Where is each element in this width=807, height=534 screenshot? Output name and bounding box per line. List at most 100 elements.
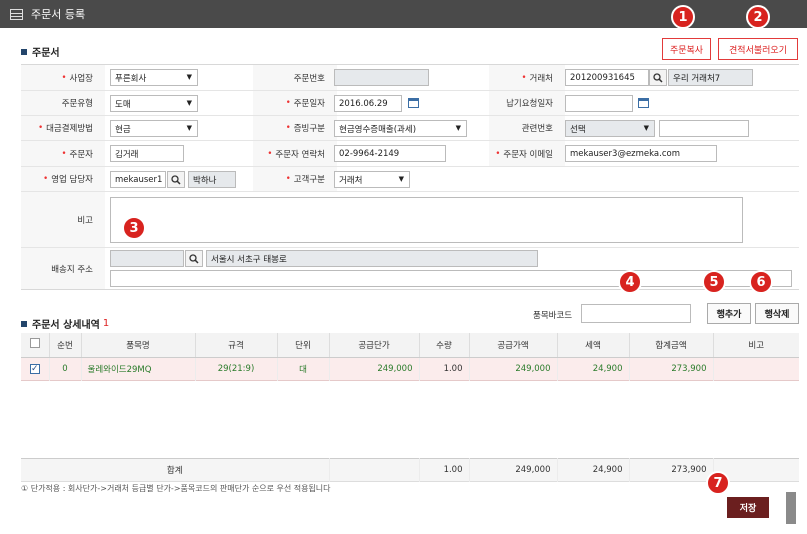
total-cell: 273,900 <box>628 357 713 380</box>
save-button[interactable]: 저장 <box>727 497 769 518</box>
orderer-field[interactable]: 김거래 <box>110 145 184 162</box>
orderer-email-field[interactable]: mekauser3@ezmeka.com <box>565 145 717 162</box>
form-row: • 영업 담당자 mekauser1 박하나 • 고객구분 거래처 ▼ <box>21 167 799 192</box>
form-row: • 주문자 김거래 • 주문자 연락처 02-9964-2149 • 주문자 이메일 … <box>21 141 799 167</box>
order-date-field[interactable]: 2016.06.29 <box>334 95 402 112</box>
callout-badge: 4 <box>618 270 642 294</box>
column-header: 공급가액 <box>468 333 557 358</box>
business-label: • 사업장 <box>21 65 105 90</box>
sum-label: 합계 <box>166 465 183 476</box>
column-header: 품목명 <box>80 333 195 358</box>
supply-cell: 249,000 <box>468 357 557 380</box>
evidence-select[interactable]: 현금영수증매출(과세) ▼ <box>334 120 467 137</box>
callout-badge: 5 <box>702 270 726 294</box>
price-cell[interactable]: 249,000 <box>328 357 419 380</box>
header-checkbox-cell <box>21 333 49 358</box>
customer-type-select[interactable]: 거래처 ▼ <box>334 171 410 188</box>
checkbox-checked-icon[interactable]: ✓ <box>29 363 40 374</box>
table-row[interactable]: ✓ 0 울레와이드29MQ 29(21:9) 대 249,000 1.00 24… <box>21 357 799 380</box>
dropdown-arrow-icon: ▼ <box>643 124 649 132</box>
form-row: 배송지 주소 서울시 서초구 태봉로 <box>21 248 799 290</box>
order-section-title: 주문서 <box>21 44 60 59</box>
orderer-phone-field[interactable]: 02-9964-2149 <box>334 145 446 162</box>
section-bullet-icon <box>21 48 27 55</box>
barcode-input[interactable] <box>581 304 691 323</box>
address2-field[interactable] <box>110 270 792 287</box>
address-label: 배송지 주소 <box>21 248 105 289</box>
load-quote-button[interactable]: 견적서불러오기 <box>718 38 798 60</box>
detail-section-title: 주문서 상세내역 1 <box>21 316 109 331</box>
dropdown-arrow-icon: ▼ <box>398 175 404 183</box>
orderer-email-label: • 주문자 이메일 <box>489 141 565 166</box>
column-header: 수량 <box>418 333 469 358</box>
memo-textarea[interactable] <box>110 197 743 243</box>
customer-code-field[interactable]: 201200931645 <box>565 69 649 86</box>
barcode-label: 품목바코드 <box>533 311 573 321</box>
section-bullet-icon <box>21 320 27 327</box>
delete-row-button[interactable]: 행삭제 <box>755 303 799 324</box>
customer-label: • 거래처 <box>489 65 565 90</box>
empty-area <box>21 380 799 458</box>
delivery-date-field[interactable] <box>565 95 633 112</box>
checkbox[interactable] <box>29 338 40 349</box>
dropdown-arrow-icon: ▼ <box>455 124 461 132</box>
order-type-label: 주문유형 <box>21 91 105 115</box>
customer-name-field: 우리 거래처7 <box>668 69 753 86</box>
order-type-select[interactable]: 도매 ▼ <box>110 95 198 112</box>
search-icon-button[interactable] <box>167 171 185 188</box>
memo-cell[interactable] <box>712 357 799 380</box>
column-header: 비고 <box>712 333 799 358</box>
seq-cell: 0 <box>48 357 81 380</box>
item-cell[interactable]: 울레와이드29MQ <box>80 357 195 380</box>
column-header: 세액 <box>556 333 629 358</box>
sales-rep-id-field[interactable]: mekauser1 <box>110 171 166 188</box>
evidence-label: • 증빙구분 <box>253 116 337 140</box>
order-form: • 사업장 푸른회사 ▼ 주문번호 • 거래처 201200931645 우리 거래처… <box>21 64 799 290</box>
sum-row: 합계 1.00 249,000 24,900 273,900 <box>21 458 799 481</box>
search-icon <box>189 253 199 264</box>
sum-tax: 24,900 <box>556 458 629 481</box>
row-checkbox-cell: ✓ <box>21 357 49 380</box>
related-no-select[interactable]: 선택 ▼ <box>565 120 655 137</box>
search-icon <box>653 72 663 83</box>
search-icon-button[interactable] <box>649 69 667 86</box>
orderer-phone-label: • 주문자 연락처 <box>253 141 337 166</box>
order-no-field[interactable] <box>334 69 429 86</box>
callout-badge: 6 <box>749 270 773 294</box>
memo-label: 비고 <box>21 192 105 247</box>
detail-table: 순번 품목명 규격 단위 공급단가 수량 공급가액 세액 합계금액 비고 ✓ 0… <box>21 333 799 482</box>
sales-rep-label: • 영업 담당자 <box>21 167 105 191</box>
dropdown-arrow-icon: ▼ <box>186 124 192 132</box>
form-row: • 대금결제방법 현금 ▼ • 증빙구분 현금영수증매출(과세) ▼ 관련번호 선택 ▼ <box>21 116 799 141</box>
column-header: 순번 <box>48 333 81 358</box>
sum-total: 273,900 <box>628 458 713 481</box>
address1-field: 서울시 서초구 태봉로 <box>206 250 538 267</box>
sum-supply: 249,000 <box>468 458 557 481</box>
qty-cell[interactable]: 1.00 <box>418 357 469 380</box>
table-header-row: 순번 품목명 규격 단위 공급단가 수량 공급가액 세액 합계금액 비고 <box>21 333 799 358</box>
business-select[interactable]: 푸른회사 ▼ <box>110 69 198 86</box>
column-header: 규격 <box>194 333 277 358</box>
price-rule-note: ① 단가적용 : 회사단가->거래처 등급별 단가->품목코드의 판매단가 순으… <box>21 484 331 492</box>
window-title: 주문서 등록 <box>31 8 86 21</box>
search-icon-button[interactable] <box>185 250 203 267</box>
column-header: 합계금액 <box>628 333 713 358</box>
spec-cell: 29(21:9) <box>194 357 277 380</box>
related-no-label: 관련번호 <box>489 116 565 140</box>
order-no-label: 주문번호 <box>253 65 337 90</box>
payment-select[interactable]: 현금 ▼ <box>110 120 198 137</box>
detail-count: 1 <box>102 318 110 329</box>
scrollbar-thumb[interactable] <box>786 492 796 524</box>
calendar-icon[interactable] <box>635 95 651 111</box>
add-row-button[interactable]: 행추가 <box>707 303 751 324</box>
related-no-field[interactable] <box>659 120 749 137</box>
copy-order-button[interactable]: 주문복사 <box>662 38 711 60</box>
column-header: 단위 <box>276 333 329 358</box>
dropdown-arrow-icon: ▼ <box>186 99 192 107</box>
search-icon <box>171 174 181 185</box>
calendar-icon[interactable] <box>405 95 421 111</box>
zipcode-field[interactable] <box>110 250 184 267</box>
orderer-label: • 주문자 <box>21 141 105 166</box>
table-icon <box>10 8 23 20</box>
customer-type-label: • 고객구분 <box>253 167 337 191</box>
